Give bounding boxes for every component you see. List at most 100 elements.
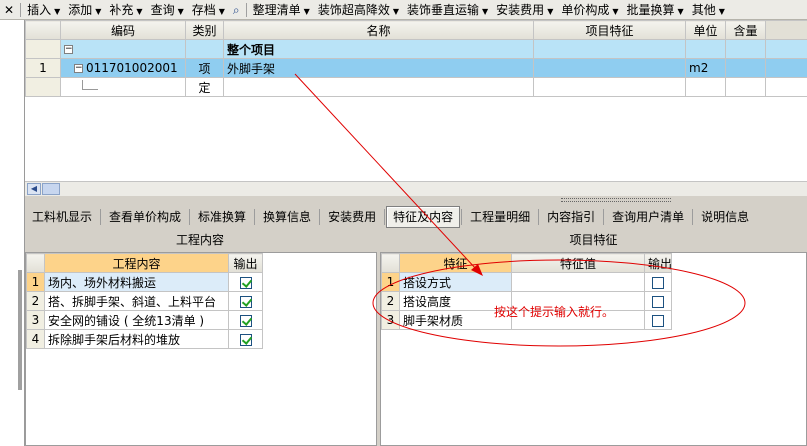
cell	[685, 39, 726, 59]
section-title-features: 项目特征	[569, 233, 618, 247]
output-checkbox[interactable]	[239, 333, 252, 346]
add-menu[interactable]: 添加 ▼	[64, 1, 105, 19]
collapse-icon[interactable]: −	[74, 64, 83, 73]
output-cell[interactable]	[228, 272, 263, 292]
col-header-name[interactable]: 名称	[223, 20, 534, 40]
output-cell[interactable]	[228, 310, 263, 330]
col-header-output[interactable]: 输出	[228, 253, 263, 273]
work-text[interactable]: 搭、拆脚手架、斜道、上料平台	[44, 291, 229, 311]
corner	[26, 253, 45, 273]
corner	[381, 253, 400, 273]
output-cell[interactable]	[644, 310, 672, 330]
tab-material-machine[interactable]: 工料机显示	[25, 206, 99, 228]
table-row[interactable]: 1 搭设方式	[381, 272, 672, 292]
name-cell[interactable]: 外脚手架	[223, 58, 534, 78]
tab-quantity-detail[interactable]: 工程量明细	[463, 206, 537, 228]
output-cell[interactable]	[228, 291, 263, 311]
row-number: 4	[26, 329, 45, 349]
horizontal-scrollbar[interactable]: ◀	[25, 181, 807, 196]
quantity-cell[interactable]	[725, 77, 766, 97]
tab-install-fee[interactable]: 安装费用	[321, 206, 383, 228]
col-header-code[interactable]: 编码	[60, 20, 186, 40]
work-text[interactable]: 拆除脚手架后材料的堆放	[44, 329, 229, 349]
output-checkbox[interactable]	[652, 314, 664, 327]
side-splitter[interactable]	[18, 270, 22, 390]
tab-description[interactable]: 说明信息	[694, 206, 756, 228]
group-toggle[interactable]: −	[60, 39, 186, 59]
row-number	[25, 77, 61, 97]
tab-unit-price[interactable]: 查看单价构成	[102, 206, 188, 228]
feature-name[interactable]: 搭设方式	[399, 272, 512, 292]
output-checkbox[interactable]	[652, 295, 664, 308]
table-row[interactable]: 定	[25, 77, 807, 97]
output-cell[interactable]	[644, 291, 672, 311]
row-number	[25, 39, 61, 59]
category-cell[interactable]: 定	[185, 77, 224, 97]
quantity-cell[interactable]	[725, 58, 766, 78]
feature-cell[interactable]	[533, 77, 686, 97]
feature-value-input[interactable]	[511, 272, 645, 292]
close-icon[interactable]: ✕	[0, 1, 18, 19]
decor-transport-menu[interactable]: 装饰垂直运输 ▼	[403, 1, 492, 19]
unit-cell[interactable]: m2	[685, 58, 726, 78]
insert-menu[interactable]: 插入 ▼	[23, 1, 64, 19]
row-number: 3	[26, 310, 45, 330]
row-number: 2	[26, 291, 45, 311]
query-menu[interactable]: 查询 ▼	[147, 1, 188, 19]
work-text[interactable]: 安全网的铺设 ( 全统13清单 )	[44, 310, 229, 330]
col-header-work[interactable]: 工程内容	[44, 253, 229, 273]
output-cell[interactable]	[228, 329, 263, 349]
table-row[interactable]: 1 −011701002001 项 外脚手架 m2	[25, 58, 807, 78]
annotation-text: 按这个提示输入就行。	[494, 305, 615, 319]
cell	[765, 77, 807, 97]
output-checkbox[interactable]	[239, 295, 252, 308]
toolbar-divider	[20, 2, 22, 17]
scroll-left-icon[interactable]: ◀	[27, 183, 41, 195]
table-row[interactable]: 2 搭、拆脚手架、斜道、上料平台	[26, 291, 263, 311]
install-fee-menu[interactable]: 安装费用 ▼	[492, 1, 557, 19]
detail-tabs: 工料机显示 查看单价构成 标准换算 换算信息 安装费用 特征及内容 工程量明细 …	[25, 205, 807, 229]
tab-features-content[interactable]: 特征及内容	[386, 206, 461, 228]
other-menu[interactable]: 其他 ▼	[688, 1, 729, 19]
col-header-category[interactable]: 类别	[185, 20, 224, 40]
tab-content-guide[interactable]: 内容指引	[540, 206, 602, 228]
code-cell[interactable]: −011701002001	[60, 58, 186, 78]
tab-user-list[interactable]: 查询用户清单	[605, 206, 691, 228]
category-cell[interactable]: 项	[185, 58, 224, 78]
bill-grid: 编码 类别 名称 项目特征 单位 含量 − 整个项目 1 −0117010020…	[25, 20, 807, 196]
row-header-corner	[25, 20, 61, 40]
group-row[interactable]: − 整个项目	[25, 39, 807, 59]
name-cell[interactable]	[223, 77, 534, 97]
col-header-feature[interactable]: 特征	[399, 253, 512, 273]
table-row[interactable]: 1 场内、场外材料搬运	[26, 272, 263, 292]
col-header-feature-value[interactable]: 特征值	[511, 253, 645, 273]
col-header-output[interactable]: 输出	[644, 253, 672, 273]
panel-splitter[interactable]	[25, 196, 807, 204]
col-header-feature[interactable]: 项目特征	[533, 20, 686, 40]
supplement-menu[interactable]: 补充 ▼	[105, 1, 146, 19]
output-cell[interactable]	[644, 272, 672, 292]
collapse-icon[interactable]: −	[64, 45, 73, 54]
unit-cell[interactable]	[685, 77, 726, 97]
feature-cell[interactable]	[533, 58, 686, 78]
tab-convert-info[interactable]: 换算信息	[256, 206, 318, 228]
group-title: 整个项目	[223, 39, 534, 59]
toolbar-divider	[245, 2, 247, 17]
row-number: 1	[25, 58, 61, 78]
col-header-unit[interactable]: 单位	[685, 20, 726, 40]
work-text[interactable]: 场内、场外材料搬运	[44, 272, 229, 292]
archive-menu[interactable]: 存档 ▼	[188, 1, 229, 19]
output-checkbox[interactable]	[239, 314, 252, 327]
unit-price-menu[interactable]: 单价构成 ▼	[557, 1, 622, 19]
binoculars-icon[interactable]: ⌕	[229, 1, 244, 19]
scroll-thumb[interactable]	[42, 183, 60, 195]
table-row[interactable]: 4 拆除脚手架后材料的堆放	[26, 329, 263, 349]
decor-height-menu[interactable]: 装饰超高降效 ▼	[314, 1, 403, 19]
organize-list-menu[interactable]: 整理清单 ▼	[249, 1, 314, 19]
batch-convert-menu[interactable]: 批量换算 ▼	[623, 1, 688, 19]
output-checkbox[interactable]	[652, 276, 664, 289]
col-header-quantity[interactable]: 含量	[725, 20, 766, 40]
table-row[interactable]: 3 安全网的铺设 ( 全统13清单 )	[26, 310, 263, 330]
tab-standard-convert[interactable]: 标准换算	[191, 206, 253, 228]
output-checkbox[interactable]	[239, 276, 252, 289]
